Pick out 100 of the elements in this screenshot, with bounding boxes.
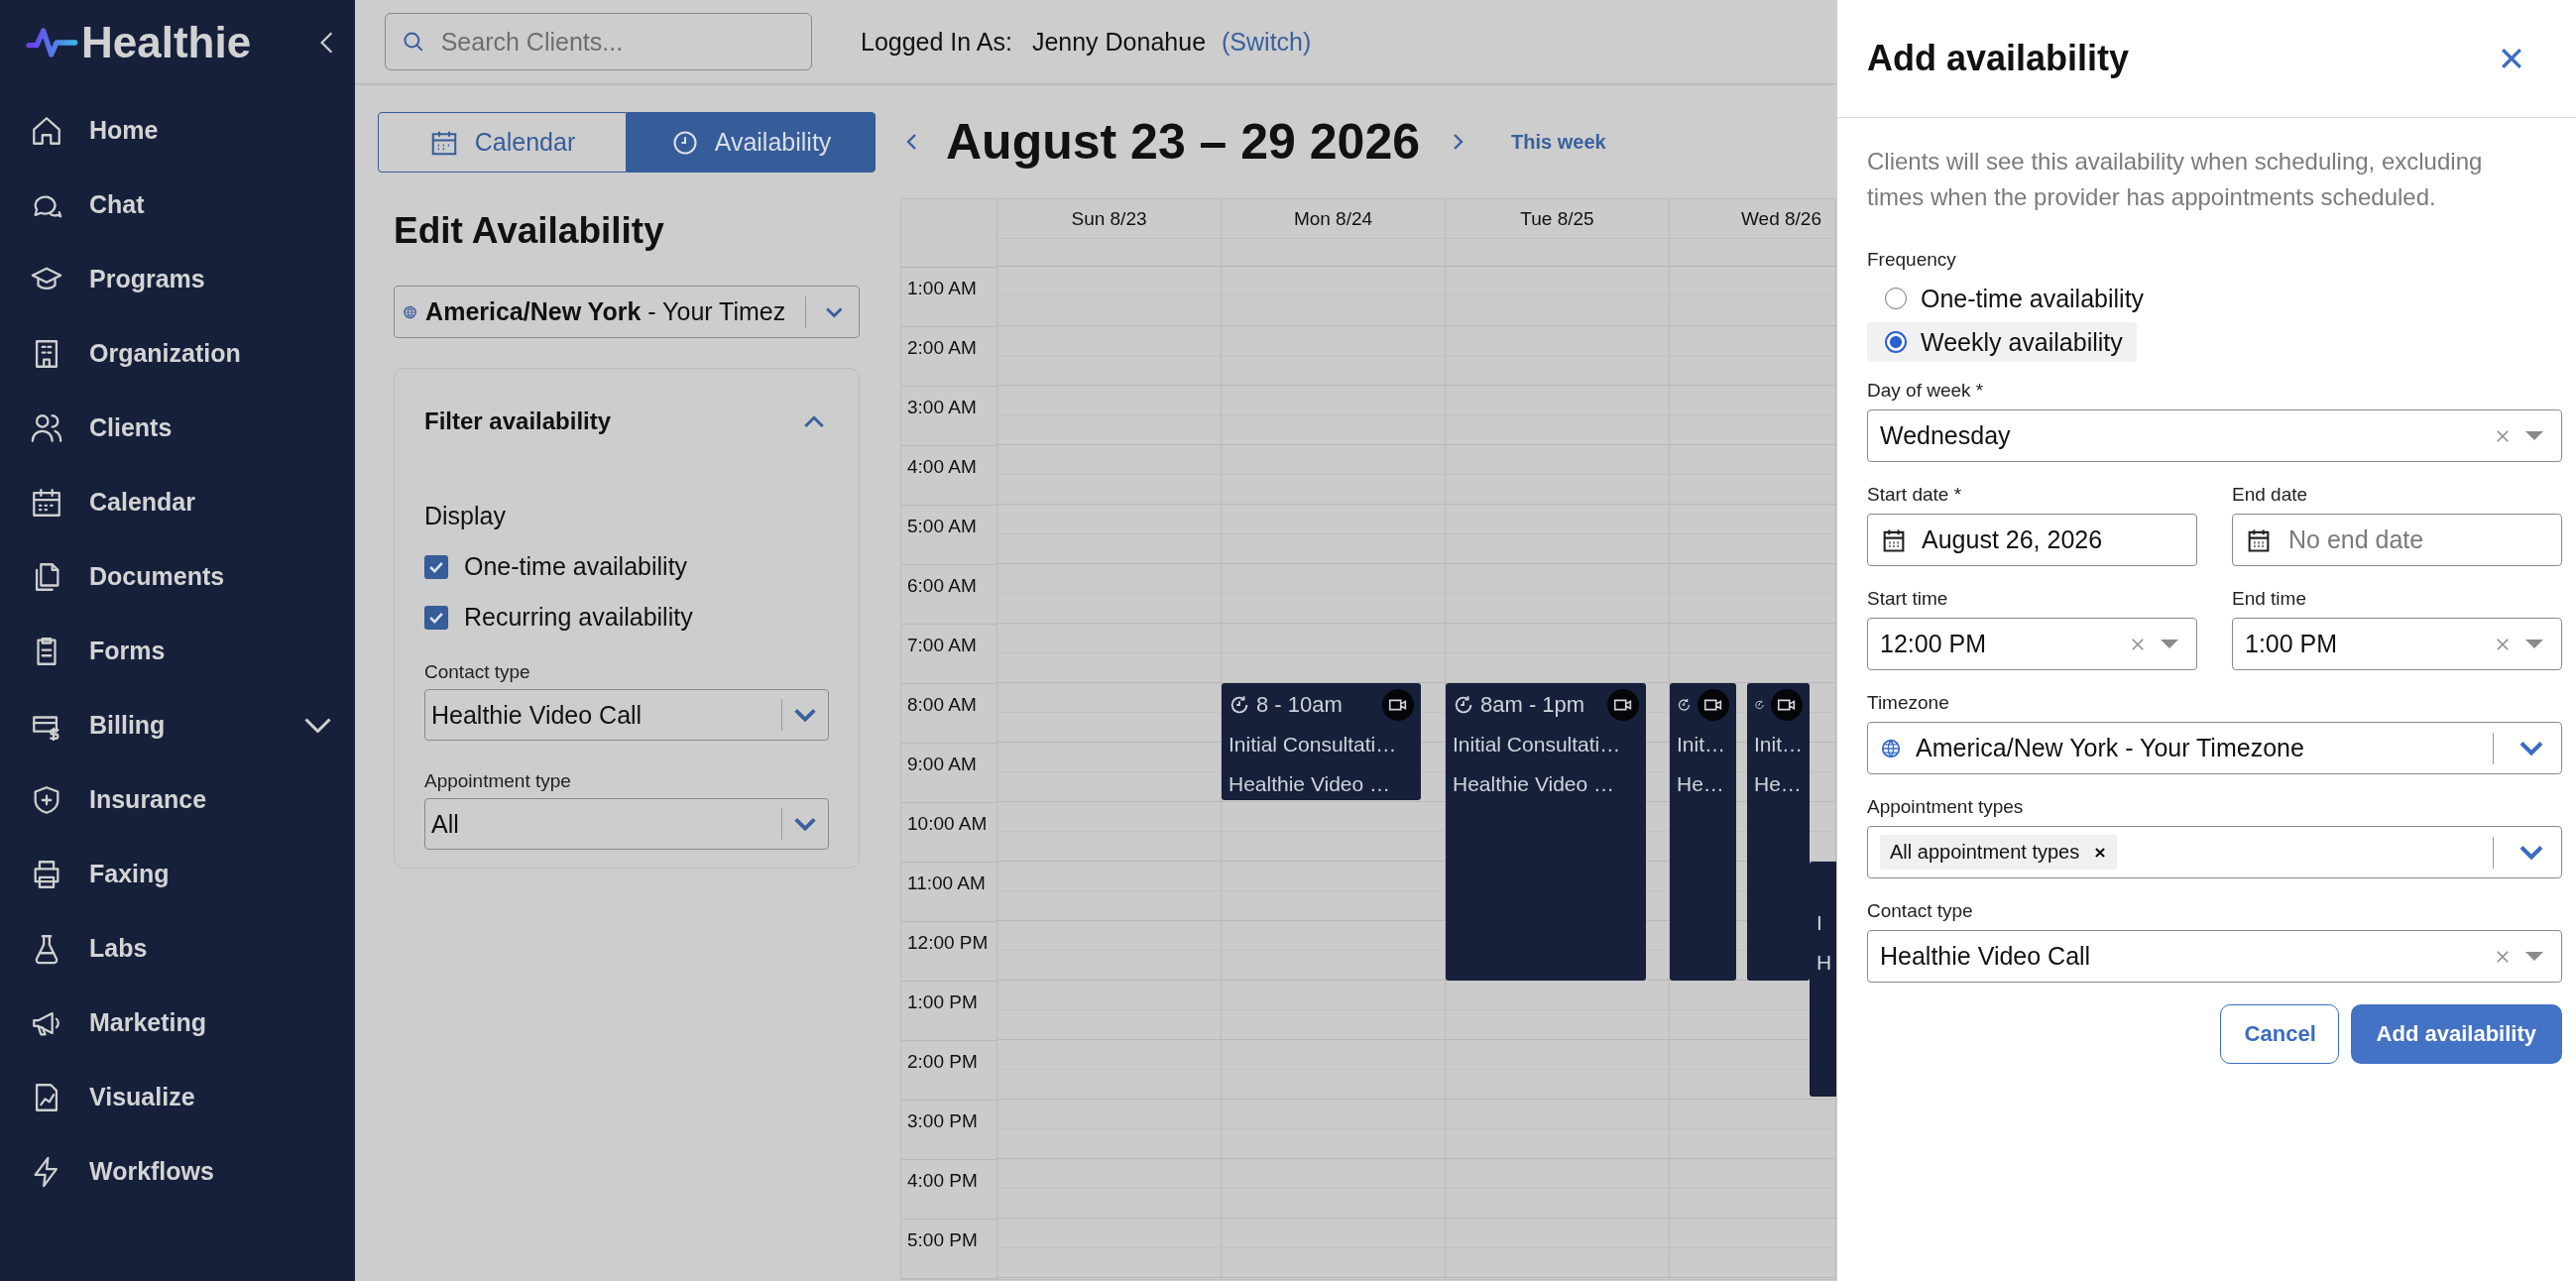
event-title: Initial Consultati…: [1229, 732, 1398, 757]
chevron-down-icon: [2519, 741, 2543, 756]
chevron-down-icon: [794, 708, 816, 722]
field-label: Contact type: [424, 661, 531, 683]
hour-label: 8:00 AM: [907, 694, 977, 715]
nav-item[interactable]: Forms: [0, 614, 355, 688]
date-field[interactable]: No end date: [2232, 514, 2562, 566]
nav-item[interactable]: Insurance: [0, 762, 355, 837]
this-week-link[interactable]: This week: [1511, 130, 1606, 154]
recurring-clock-icon: [1453, 694, 1474, 716]
field-label: Appointment type: [424, 770, 572, 792]
timezone-select[interactable]: America/New York - Your Timezone: [1867, 722, 2562, 774]
recurring-clock-icon: [1229, 694, 1250, 716]
nav-item[interactable]: Chat: [0, 168, 355, 242]
nav-item[interactable]: Labs: [0, 911, 355, 986]
event-title: I: [1816, 910, 1823, 936]
caret-down-icon: [2525, 640, 2543, 648]
panel-title: Add availability: [1867, 38, 2130, 79]
nav-item[interactable]: Home: [0, 93, 355, 168]
nav-item[interactable]: Organization: [0, 316, 355, 391]
caret-down-icon: [2525, 431, 2543, 440]
field-label: Start time: [1867, 588, 1949, 610]
switch-user-link[interactable]: (Switch): [1222, 27, 1312, 57]
nav-item[interactable]: Calendar: [0, 465, 355, 539]
nav-item[interactable]: Visualize: [0, 1060, 355, 1134]
select-field[interactable]: Healthie Video Call: [1867, 930, 2562, 983]
event-contact-type: He…: [1677, 771, 1725, 797]
hour-label: 4:00 PM: [907, 1170, 978, 1191]
field-label: Start date *: [1867, 484, 1963, 506]
availability-block[interactable]: I H: [1810, 862, 1836, 1097]
hour-label: 1:00 AM: [907, 278, 977, 298]
availability-block[interactable]: 8 - 10am Initial Consultati… Healthie Video …: [1222, 683, 1421, 800]
field-label: Frequency: [1867, 249, 1957, 271]
chevron-down-icon: [794, 817, 816, 831]
nav-item[interactable]: Workflows: [0, 1134, 355, 1209]
checkbox-label: One-time availability: [464, 552, 688, 581]
hour-label: 5:00 PM: [907, 1229, 978, 1250]
event-title: Initial Consultati…: [1453, 732, 1622, 757]
field-label: Contact type: [1867, 900, 1974, 922]
hour-label: 3:00 AM: [907, 397, 977, 417]
hour-label: 4:00 AM: [907, 456, 977, 477]
nav-item[interactable]: Billing: [0, 688, 355, 762]
day-header: Wed 8/26: [1741, 207, 1821, 230]
date-field[interactable]: August 26, 2026: [1867, 514, 2197, 566]
day-header: Mon 8/24: [1293, 207, 1373, 230]
nav-item[interactable]: Clients: [0, 391, 355, 465]
view-tab[interactable]: Availability: [627, 112, 876, 173]
select-field[interactable]: 12:00 PM: [1867, 618, 2197, 670]
nav-item[interactable]: Programs: [0, 242, 355, 316]
select-field[interactable]: 1:00 PM: [2232, 618, 2562, 670]
event-contact-type: H: [1816, 950, 1833, 976]
clock-icon: [670, 128, 699, 157]
field-label: End date: [2232, 484, 2309, 506]
radio-option[interactable]: One-time availability: [1867, 279, 2159, 318]
date-input[interactable]: No end date: [2286, 524, 2543, 555]
nav-item[interactable]: Marketing: [0, 986, 355, 1060]
select-field[interactable]: Healthie Video Call: [424, 689, 829, 741]
remove-icon[interactable]: [2093, 845, 2108, 860]
event-time: 8 - 10am: [1256, 692, 1344, 718]
week-range-title: August 23 – 29 2026: [946, 113, 1421, 171]
user-name: Jenny Donahue: [1031, 27, 1207, 57]
cancel-button[interactable]: Cancel: [2219, 1004, 2339, 1064]
view-tab[interactable]: Calendar: [378, 112, 627, 173]
nav-item[interactable]: Documents: [0, 539, 355, 614]
brand-name: Healthie: [81, 18, 252, 67]
caret-down-icon: [2161, 640, 2178, 648]
video-camera-icon: [1607, 689, 1639, 721]
event-contact-type: Healthie Video …: [1453, 771, 1616, 797]
panel-description: Clients will see this availability when scheduling, excluding times when the provider has appointments scheduled.: [1867, 147, 2484, 212]
select-field[interactable]: Wednesday: [1867, 409, 2562, 462]
add-button[interactable]: Add availability: [2350, 1004, 2562, 1064]
checkbox[interactable]: [424, 605, 448, 630]
field-label: Appointment types: [1867, 796, 2025, 818]
hour-label: 10:00 AM: [907, 813, 988, 834]
search-input[interactable]: Search Clients...: [438, 26, 795, 58]
video-camera-icon: [1771, 689, 1803, 721]
event-title: Init…: [1754, 732, 1803, 757]
hour-label: 12:00 PM: [907, 932, 989, 953]
availability-block[interactable]: Init… He…: [1670, 683, 1736, 981]
hour-label: 5:00 AM: [907, 516, 977, 536]
video-camera-icon: [1382, 689, 1414, 721]
availability-block[interactable]: 8am - 1pm Initial Consultati… Healthie Video …: [1446, 683, 1646, 981]
field-label: End time: [2232, 588, 2307, 610]
checkbox[interactable]: [424, 554, 448, 579]
nav-item[interactable]: Faxing: [0, 837, 355, 911]
radio-option[interactable]: Weekly availability: [1867, 322, 2137, 362]
hour-label: 2:00 AM: [907, 337, 977, 358]
filter-title: Filter availability: [424, 408, 612, 435]
search-field[interactable]: Search Clients...: [385, 13, 812, 70]
hour-label: 3:00 PM: [907, 1110, 978, 1131]
multi-select-field[interactable]: All appointment types: [1867, 826, 2562, 878]
chevron-down-icon: [2519, 845, 2543, 860]
hour-label: 9:00 AM: [907, 754, 977, 774]
availability-block[interactable]: Init… He…: [1747, 683, 1810, 981]
select-field[interactable]: All: [424, 798, 829, 850]
day-header: Tue 8/25: [1520, 207, 1594, 230]
event-title: Init…: [1677, 732, 1726, 757]
search-icon: [402, 30, 425, 54]
edit-availability-title: Edit Availability: [394, 210, 665, 253]
timezone-select[interactable]: America/New York - Your Timez: [394, 286, 860, 338]
